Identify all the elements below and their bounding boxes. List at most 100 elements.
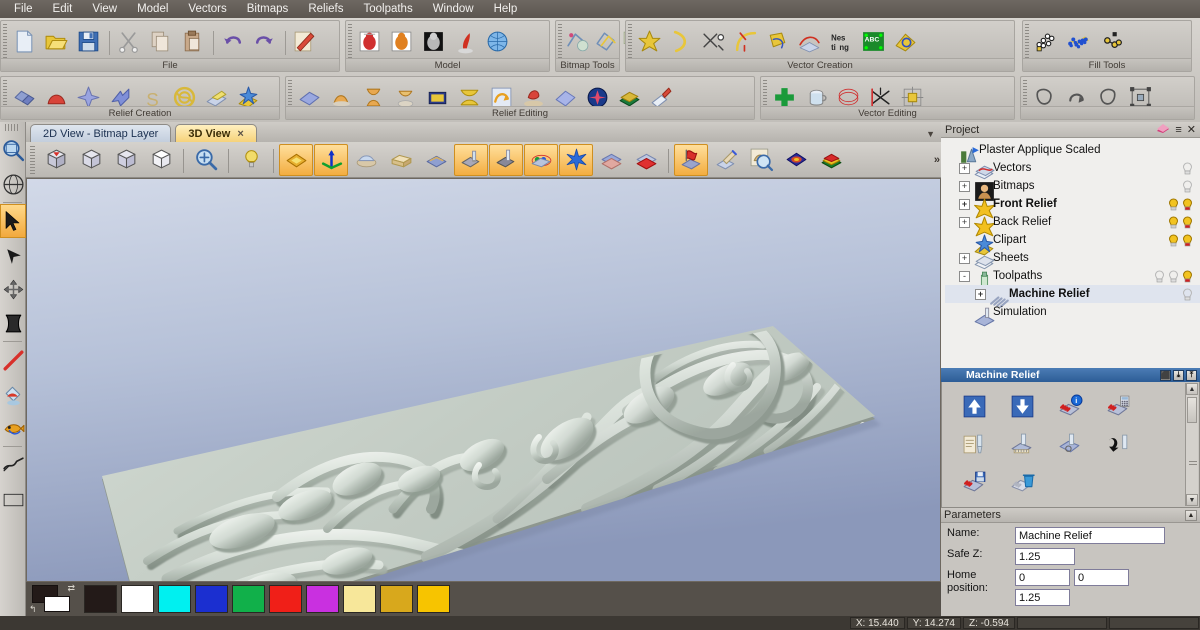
vector-doctor-icon[interactable] [890,26,921,57]
toolpath-delete-button[interactable] [998,463,1046,501]
scroll-down-arrow[interactable]: ▼ [1186,494,1198,506]
polyline-tool[interactable] [0,448,26,482]
toolpath-measure-button[interactable] [998,425,1046,463]
tree-item-simulation[interactable]: Simulation [945,303,1200,326]
tree-item-lights[interactable] [1181,287,1194,301]
trim-vectors-icon[interactable] [698,26,729,57]
relief-red-button[interactable] [629,144,663,176]
star-polygon-icon[interactable] [634,26,665,57]
tree-item-plaster-applique-scaled[interactable]: Plaster Applique Scaled [945,141,1200,163]
tree-expander[interactable]: + [959,198,970,210]
tree-item-lights[interactable] [1153,269,1194,283]
collapse-parameters-button[interactable]: ▲ [1185,509,1197,521]
tree-item-lights[interactable] [1167,233,1194,247]
zoom-button[interactable] [189,144,223,176]
tree-item-lights[interactable] [1181,161,1194,175]
rectangle-tool[interactable] [0,482,26,516]
close-icon[interactable]: ✕ [1187,123,1196,136]
show-texture-button[interactable] [419,144,453,176]
toolpath-notes-button[interactable] [950,425,998,463]
tree-item-clipart[interactable]: Clipart [945,231,1200,255]
menu-item-toolpaths[interactable]: Toolpaths [353,1,422,17]
tree-expander[interactable]: - [959,270,970,282]
minimize-button[interactable]: ⤓ [1173,369,1184,381]
palette-swatch-6[interactable] [306,585,339,613]
point-connect-icon[interactable] [1095,26,1126,57]
arc-curve-icon[interactable] [666,26,697,57]
spline-fill-icon[interactable] [1063,26,1094,57]
tree-item-back-relief[interactable]: + Back Relief [945,213,1200,236]
top-view-button[interactable] [74,144,108,176]
tree-item-lights[interactable] [1181,179,1194,193]
notes-pencil-icon[interactable] [289,26,320,57]
save-disk-icon[interactable] [73,26,104,57]
offset-vector-icon[interactable] [762,26,793,57]
node-edit-tool[interactable] [0,238,26,272]
preview-button[interactable] [744,144,778,176]
clipart-button[interactable] [559,143,593,176]
tree-item-lights[interactable] [1167,215,1194,229]
select-tool[interactable] [0,204,26,238]
new-document-icon[interactable] [9,26,40,57]
show-model-button[interactable] [349,144,383,176]
scroll-thumb[interactable] [1187,397,1197,423]
scroll-up-arrow[interactable]: ▲ [1186,383,1198,395]
show-axes-button[interactable] [314,143,348,176]
menu-item-vectors[interactable]: Vectors [178,1,236,17]
bitmap-to-relief-icon[interactable] [354,26,385,57]
view-tab-2d-view-bitmap-layer[interactable]: 2D View - Bitmap Layer [30,124,172,142]
toolbar-overflow-button[interactable]: » [934,154,940,166]
fillet-vectors-icon[interactable] [730,26,761,57]
restore-button[interactable]: ⬛ [1160,369,1171,381]
pin-icon[interactable]: ≡ [1175,124,1181,136]
distort-tool[interactable] [0,306,26,340]
tree-item-sheets[interactable]: + Sheets [945,249,1200,269]
palette-swatch-1[interactable] [121,585,154,613]
paste-icon[interactable] [177,26,208,57]
swap-colours-icon[interactable]: ⇄ [67,583,75,594]
paint-relief-button[interactable] [709,144,743,176]
clipart-tool[interactable] [0,411,26,445]
safe-z-field[interactable]: 1.25 [1015,548,1075,565]
tree-expander[interactable]: + [959,162,970,174]
nesting-icon[interactable]: Nes ti ng [826,26,857,57]
home-z-field[interactable]: 1.25 [1015,589,1070,606]
bitmap-to-vector-icon[interactable] [564,26,591,57]
sphere-mesh-icon[interactable] [482,26,513,57]
tab-close-icon[interactable]: × [237,128,243,140]
move-down-button[interactable] [998,387,1046,425]
tree-item-vectors[interactable]: + Vectors [945,159,1200,179]
node-fill-icon[interactable] [1031,26,1062,57]
palette-swatch-9[interactable] [417,585,450,613]
text-abc-icon[interactable]: ABC [858,26,889,57]
side-view-button[interactable] [144,144,178,176]
relief-layer-button[interactable] [594,144,628,176]
lighting-button[interactable] [234,144,268,176]
greyscale-bitmap-icon[interactable] [418,26,449,57]
palette-swatch-7[interactable] [343,585,376,613]
tree-expander[interactable]: + [975,288,986,300]
home-x-field[interactable]: 0 [1015,569,1070,586]
front-view-button[interactable] [109,144,143,176]
wrap-vector-icon[interactable] [794,26,825,57]
menu-item-edit[interactable]: Edit [43,1,83,17]
color-bitmap-icon[interactable] [386,26,417,57]
line-tool[interactable] [0,343,26,377]
view-tab-3d-view[interactable]: 3D View × [175,124,257,142]
palette-swatch-8[interactable] [380,585,413,613]
show-plane-button[interactable] [279,143,313,176]
tree-item-machine-relief[interactable]: + Machine Relief [945,285,1200,308]
menu-item-reliefs[interactable]: Reliefs [298,1,353,17]
shade-button[interactable] [779,144,813,176]
vector-to-bitmap-icon[interactable] [592,26,619,57]
transform-tool[interactable] [0,272,26,306]
globe-tool[interactable] [0,167,26,201]
iso-view-button[interactable] [39,144,73,176]
name-field[interactable]: Machine Relief [1015,527,1165,544]
copy-icon[interactable] [145,26,176,57]
toolpath-preview-button[interactable] [1046,425,1094,463]
tree-item-front-relief[interactable]: + Front Relief [945,195,1200,218]
reset-colours-icon[interactable]: ↰ [29,604,37,615]
simulate-button[interactable] [454,143,488,176]
maximize-button[interactable]: ⤒ [1186,369,1197,381]
